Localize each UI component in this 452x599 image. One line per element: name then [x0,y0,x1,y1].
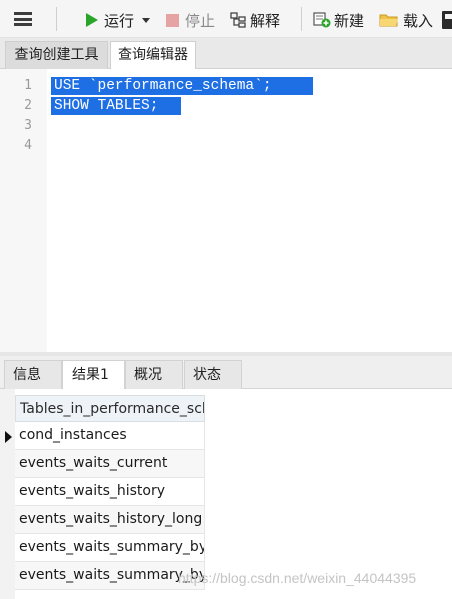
tab-status[interactable]: 状态 [184,360,242,389]
current-row-pointer-icon [5,431,12,443]
new-button[interactable]: 新建 [313,9,364,31]
new-label: 新建 [334,11,365,30]
load-label: 载入 [403,11,434,30]
tab-result-1[interactable]: 结果1 [62,360,125,390]
toolbar-separator [56,7,57,31]
run-button[interactable]: 运行 [86,9,151,31]
table-row[interactable]: events_waits_history [15,478,205,506]
stop-button[interactable]: 停止 [166,9,215,31]
tab-info[interactable]: 信息 [4,360,62,389]
explain-icon [230,12,246,28]
line-number: 3 [24,118,32,133]
stop-label: 停止 [185,11,216,30]
table-row[interactable]: events_waits_summary_by [15,562,205,590]
load-button[interactable]: 载入 [379,9,433,31]
new-query-icon [313,12,331,28]
stop-icon [166,13,179,27]
hamburger-menu-icon[interactable] [14,12,32,26]
explain-button[interactable]: 解释 [230,9,280,31]
folder-icon [379,14,398,27]
table-row[interactable]: events_waits_summary_by [15,534,205,562]
chevron-down-icon[interactable] [142,17,151,23]
line-number-gutter: 1 2 3 4 [0,69,47,352]
watermark: https://blog.csdn.net/weixin_44044395 [178,570,417,586]
result-tabs-bar: 信息 结果1 概况 状态 [0,356,452,390]
line-number: 1 [24,78,32,93]
table-row[interactable]: cond_instances [15,422,205,450]
sql-editor[interactable]: 1 2 3 4 USE `performance_schema`; SHOW T… [0,69,452,352]
play-icon [86,13,98,27]
query-tabs-bar: 查询创建工具 查询编辑器 [0,38,452,70]
main-toolbar: 运行 停止 解释 新建 载入 [0,0,452,38]
tab-query-builder[interactable]: 查询创建工具 [5,41,108,69]
line-number: 2 [24,98,32,113]
code-line[interactable]: USE `performance_schema`; [51,77,313,95]
row-indicator-column [0,389,15,599]
explain-label: 解释 [250,11,281,30]
save-button[interactable] [442,9,452,31]
run-label: 运行 [104,11,135,30]
save-icon [442,11,452,29]
result-grid: Tables_in_performance_schema cond_instan… [0,389,452,599]
tab-query-editor[interactable]: 查询编辑器 [110,41,196,70]
table-row[interactable]: events_waits_history_long [15,506,205,534]
code-line[interactable]: SHOW TABLES; [51,97,181,115]
column-header[interactable]: Tables_in_performance_schema [15,395,205,422]
tab-profile[interactable]: 概况 [125,360,183,389]
line-number: 4 [24,138,32,153]
toolbar-separator [301,7,302,31]
table-row[interactable]: events_waits_current [15,450,205,478]
